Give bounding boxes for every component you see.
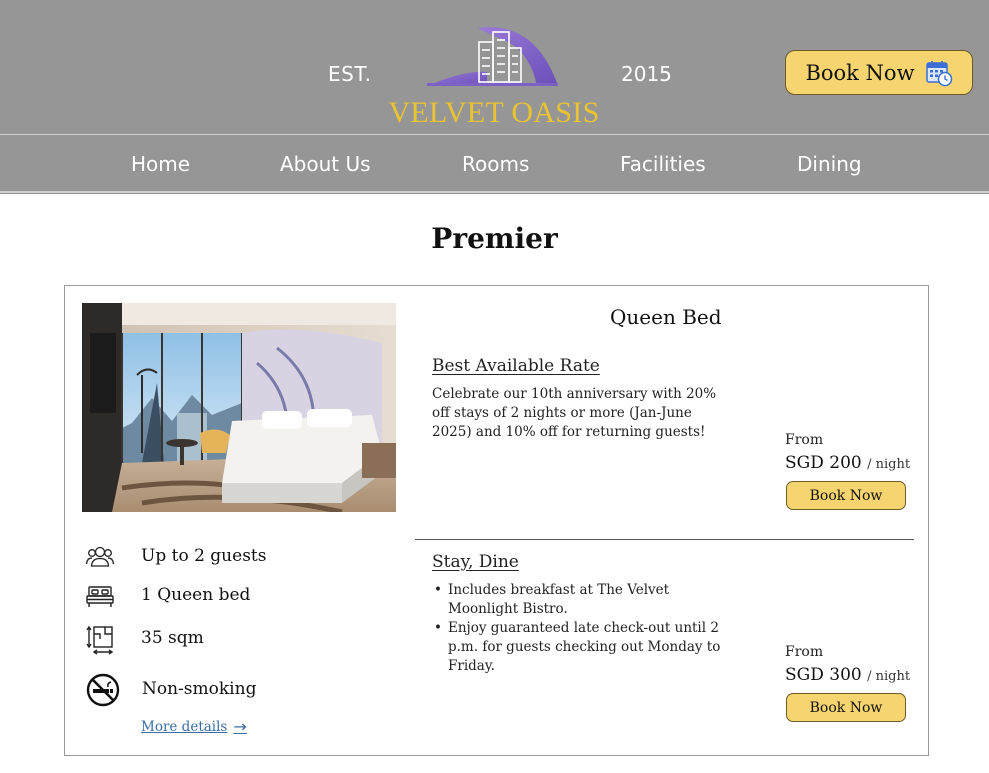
est-label: EST. — [328, 62, 372, 86]
feature-guests: Up to 2 guests — [141, 546, 267, 566]
calendar-clock-icon — [925, 60, 952, 86]
more-details-link[interactable]: More details → — [141, 717, 247, 736]
nav-facilities[interactable]: Facilities — [620, 152, 706, 176]
book-now-label: Book Now — [805, 60, 915, 85]
price-amount: SGD 200 — [785, 453, 862, 473]
nav-home[interactable]: Home — [131, 152, 190, 176]
price-per-night: / night — [867, 669, 911, 684]
main-nav: Home About Us Rooms Facilities Dining — [0, 136, 989, 192]
room-name: Queen Bed — [610, 305, 722, 329]
est-year: 2015 — [621, 62, 672, 86]
guests-icon — [85, 546, 115, 567]
rate-price: SGD 300 / night — [785, 665, 910, 685]
rate-price: SGD 200 / night — [785, 453, 910, 473]
rate-title-best-available[interactable]: Best Available Rate — [432, 356, 600, 376]
bed-icon — [86, 586, 114, 607]
book-now-button[interactable]: Book Now — [786, 481, 906, 510]
floor-plan-icon — [86, 625, 114, 655]
rate-description: Celebrate our 10th anniversary with 20% … — [432, 386, 717, 440]
no-smoking-icon — [86, 673, 120, 707]
site-header: EST. 2015 VELVET OASIS Book Now Home Abo… — [0, 0, 989, 194]
header-divider-top — [0, 134, 989, 135]
arrow-right-icon: → — [233, 717, 247, 736]
brand-name[interactable]: VELVET OASIS — [380, 96, 608, 130]
header-divider-bottom — [0, 191, 989, 193]
more-details-label: More details — [141, 718, 228, 735]
rate-title-stay-dine[interactable]: Stay, Dine — [432, 552, 519, 572]
room-photo[interactable] — [82, 303, 396, 512]
rate-inclusions-list: Includes breakfast at The Velvet Moonlig… — [432, 581, 732, 676]
nav-rooms[interactable]: Rooms — [462, 152, 529, 176]
price-amount: SGD 300 — [785, 665, 862, 685]
feature-bed: 1 Queen bed — [141, 585, 251, 605]
list-item: Enjoy guaranteed late check-out until 2 … — [432, 619, 732, 676]
book-now-header-button[interactable]: Book Now — [785, 50, 973, 95]
from-label: From — [785, 644, 824, 660]
nav-dining[interactable]: Dining — [797, 152, 862, 176]
from-label: From — [785, 432, 824, 448]
price-per-night: / night — [867, 457, 911, 472]
city-arch-logo[interactable] — [425, 20, 560, 90]
feature-smoking-policy: Non-smoking — [142, 679, 257, 699]
rate-divider — [415, 539, 914, 540]
page-title: Premier — [431, 222, 558, 255]
nav-about-us[interactable]: About Us — [280, 152, 371, 176]
list-item: Includes breakfast at The Velvet Moonlig… — [432, 581, 732, 619]
feature-size: 35 sqm — [141, 628, 204, 648]
book-now-button[interactable]: Book Now — [786, 693, 906, 722]
room-card: Queen Bed Best Available Rate Celebrate … — [64, 285, 929, 756]
